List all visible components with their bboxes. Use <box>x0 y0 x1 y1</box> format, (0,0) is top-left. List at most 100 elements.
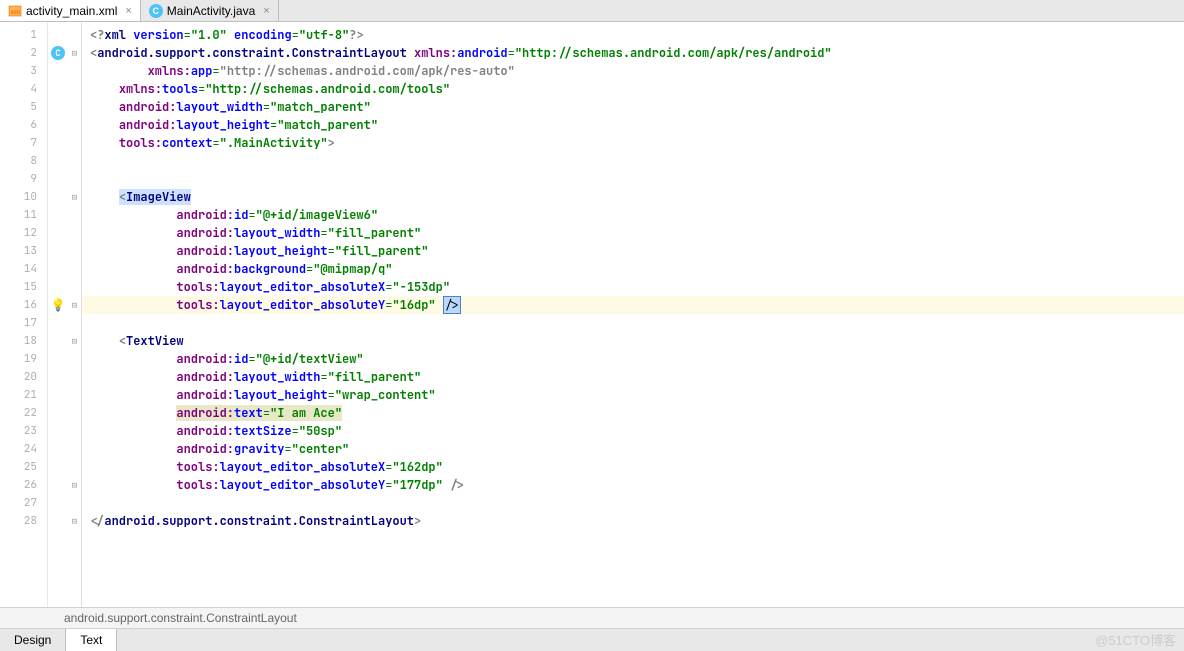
code-token: textSize <box>234 423 292 439</box>
code-line[interactable]: tools:layout_editor_absoluteX="-153dp" <box>82 278 1184 296</box>
fold-handle <box>68 134 81 152</box>
fold-handle <box>68 404 81 422</box>
gutter-icon-slot <box>48 170 68 188</box>
gutter-icon-slot <box>48 242 68 260</box>
code-token: ImageView <box>126 189 191 205</box>
fold-handle[interactable]: ⊟ <box>68 296 81 314</box>
code-token: > <box>328 135 335 151</box>
code-line[interactable]: android:layout_height="match_parent" <box>82 116 1184 134</box>
gutter-icon-slot <box>48 188 68 206</box>
line-number: 20 <box>0 368 47 386</box>
code-token <box>227 27 234 43</box>
code-token: tools: <box>176 279 219 295</box>
gutter-icon-slot <box>48 404 68 422</box>
code-line[interactable]: tools:layout_editor_absoluteY="16dp" /> <box>82 296 1184 314</box>
code-token: "match_parent" <box>277 117 378 133</box>
text-tab[interactable]: Text <box>66 629 117 651</box>
code-area[interactable]: <?xml version="1.0" encoding="utf-8"?><a… <box>82 22 1184 607</box>
code-line[interactable]: <TextView <box>82 332 1184 350</box>
code-line[interactable]: android:layout_width="fill_parent" <box>82 224 1184 242</box>
breadcrumb-bar[interactable]: android.support.constraint.ConstraintLay… <box>0 607 1184 629</box>
code-token: = <box>320 369 327 385</box>
code-token: "fill_parent" <box>335 243 429 259</box>
code-line[interactable]: xmlns:tools="http://schemas.android.com/… <box>82 80 1184 98</box>
gutter-icon-slot <box>48 152 68 170</box>
code-line[interactable]: android:layout_width="match_parent" <box>82 98 1184 116</box>
code-token: "I am Ace" <box>270 405 342 421</box>
code-line[interactable] <box>82 494 1184 512</box>
editor-tab-1[interactable]: CMainActivity.java× <box>141 0 279 21</box>
code-line[interactable]: <android.support.constraint.ConstraintLa… <box>82 44 1184 62</box>
code-line[interactable]: android:layout_height="wrap_content" <box>82 386 1184 404</box>
code-token: encoding <box>234 27 292 43</box>
code-line[interactable]: <?xml version="1.0" encoding="utf-8"?> <box>82 26 1184 44</box>
code-line[interactable] <box>82 170 1184 188</box>
bottom-tab-bar: Design Text @51CTO博客 <box>0 629 1184 651</box>
fold-handle <box>68 422 81 440</box>
close-icon[interactable]: × <box>259 5 269 17</box>
lightbulb-icon[interactable]: 💡 <box>51 297 66 313</box>
code-line[interactable]: </android.support.constraint.ConstraintL… <box>82 512 1184 530</box>
fold-handle[interactable]: ⊟ <box>68 188 81 206</box>
fold-handle[interactable]: ⊟ <box>68 332 81 350</box>
line-number-gutter: 1234567891011121314151617181920212223242… <box>0 22 48 607</box>
code-line[interactable]: android:id="@+id/imageView6" <box>82 206 1184 224</box>
line-number: 17 <box>0 314 47 332</box>
gutter-icon-slot <box>48 350 68 368</box>
code-token: < <box>119 333 126 349</box>
code-token: layout_editor_absoluteX <box>220 459 386 475</box>
breadcrumb-path[interactable]: android.support.constraint.ConstraintLay… <box>64 611 297 625</box>
fold-handle <box>68 26 81 44</box>
code-token: tools: <box>176 297 219 313</box>
close-icon[interactable]: × <box>121 5 131 17</box>
code-line[interactable]: android:background="@mipmap/q" <box>82 260 1184 278</box>
code-token: "utf-8" <box>299 27 349 43</box>
fold-handle[interactable]: ⊟ <box>68 512 81 530</box>
fold-handle[interactable]: ⊟ <box>68 44 81 62</box>
fold-handle <box>68 116 81 134</box>
code-line[interactable]: android:layout_width="fill_parent" <box>82 368 1184 386</box>
line-number: 15 <box>0 278 47 296</box>
code-token: background <box>234 261 306 277</box>
fold-column[interactable]: ⊟ ⊟ ⊟ ⊟ ⊟ ⊟ <box>68 22 82 607</box>
design-tab[interactable]: Design <box>0 629 66 651</box>
code-line[interactable]: tools:layout_editor_absoluteY="177dp" /> <box>82 476 1184 494</box>
fold-handle[interactable]: ⊟ <box>68 476 81 494</box>
code-token: = <box>292 27 299 43</box>
tab-label: activity_main.xml <box>26 4 117 18</box>
code-token: android: <box>176 369 234 385</box>
code-line[interactable] <box>82 314 1184 332</box>
code-token: = <box>263 99 270 115</box>
code-token: = <box>284 441 291 457</box>
gutter-icon-slot <box>48 512 68 530</box>
code-line[interactable]: android:layout_height="fill_parent" <box>82 242 1184 260</box>
fold-handle <box>68 278 81 296</box>
code-token: "162dp" <box>392 459 442 475</box>
code-token: id <box>234 207 248 223</box>
code-editor[interactable]: 1234567891011121314151617181920212223242… <box>0 22 1184 607</box>
code-line[interactable]: <ImageView <box>82 188 1184 206</box>
fold-handle <box>68 458 81 476</box>
code-line[interactable]: android:text="I am Ace" <box>82 404 1184 422</box>
code-line[interactable]: tools:context=".MainActivity"> <box>82 134 1184 152</box>
line-number: 16 <box>0 296 47 314</box>
code-line[interactable]: tools:layout_editor_absoluteX="162dp" <box>82 458 1184 476</box>
line-number: 11 <box>0 206 47 224</box>
code-line[interactable]: android:textSize="50sp" <box>82 422 1184 440</box>
line-number: 26 <box>0 476 47 494</box>
gutter-icon-slot <box>48 206 68 224</box>
code-token: version <box>133 27 183 43</box>
code-token: layout_height <box>234 387 328 403</box>
code-line[interactable] <box>82 152 1184 170</box>
fold-handle <box>68 152 81 170</box>
code-token: = <box>263 405 270 421</box>
code-token: android: <box>119 99 177 115</box>
line-number: 2 <box>0 44 47 62</box>
editor-tab-0[interactable]: xml activity_main.xml × <box>0 0 141 21</box>
svg-text:xml: xml <box>10 10 19 16</box>
code-line[interactable]: android:id="@+id/textView" <box>82 350 1184 368</box>
code-line[interactable]: xmlns:app="http://schemas.android.com/ap… <box>82 62 1184 80</box>
line-number: 14 <box>0 260 47 278</box>
code-token: android: <box>176 441 234 457</box>
code-line[interactable]: android:gravity="center" <box>82 440 1184 458</box>
